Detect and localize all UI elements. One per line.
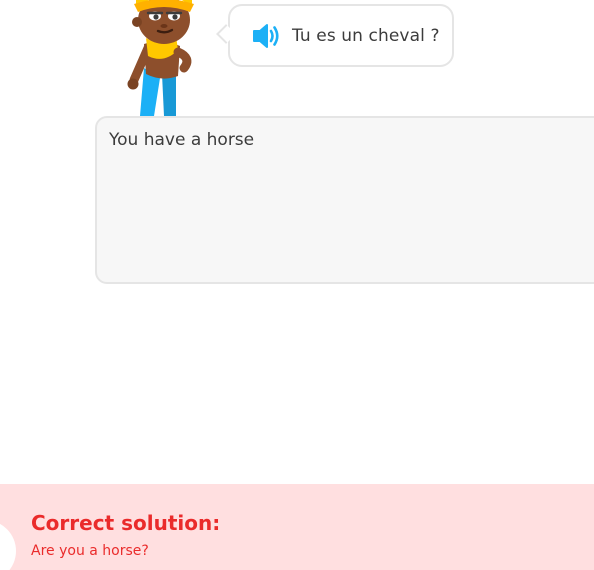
feedback-title: Correct solution: — [31, 511, 221, 535]
answer-text: You have a horse — [109, 130, 255, 150]
play-audio-button[interactable] — [252, 23, 282, 49]
answer-textarea[interactable]: You have a horse — [95, 116, 594, 284]
speaker-icon — [252, 24, 282, 53]
correct-solution-text: Are you a horse? — [31, 543, 149, 559]
character-icon — [118, 0, 208, 116]
lesson-screen: Tu es un cheval ? You have a horse Corre… — [0, 0, 594, 570]
prompt-sentence[interactable]: Tu es un cheval ? — [292, 26, 440, 46]
